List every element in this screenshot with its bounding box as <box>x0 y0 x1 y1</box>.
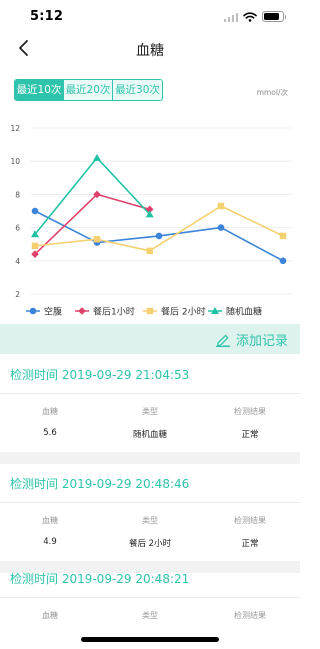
column-header-type: 类型 <box>142 407 158 416</box>
y-tick-label: 12 <box>10 124 20 133</box>
cellular-signal-icon <box>223 12 238 22</box>
data-point <box>217 224 225 231</box>
legend-marker <box>78 307 86 315</box>
record-type: 随机血糖 <box>132 430 167 440</box>
column-header-type: 类型 <box>142 516 158 525</box>
data-point <box>31 242 39 250</box>
legend-marker <box>146 307 154 315</box>
record-card[interactable]: 检测时间 2019-09-29 20:48:46 血糖 类型 检测结果 4.9 … <box>0 464 300 573</box>
range-tab-3[interactable]: 最近30次 <box>113 80 162 100</box>
record-time: 检测时间 2019-09-29 21:04:53 <box>0 355 300 394</box>
unit-label: mmol/次 <box>256 88 288 97</box>
column-header-result: 检测结果 <box>234 407 266 416</box>
record-card[interactable]: 检测时间 2019-09-29 21:04:53 血糖 类型 检测结果 5.6 … <box>0 355 300 464</box>
column-header-type: 类型 <box>142 611 158 620</box>
legend-label: 餐后 2小时 <box>161 306 206 318</box>
record-value: 4.9 <box>43 537 57 547</box>
data-point <box>31 207 39 215</box>
data-point <box>217 202 225 210</box>
page-title: 血糖 <box>136 43 164 59</box>
divider <box>0 452 300 464</box>
range-tab-1[interactable]: 最近10次 <box>15 80 64 100</box>
legend-label: 随机血糖 <box>226 306 262 318</box>
record-time: 检测时间 2019-09-29 20:48:21 <box>0 559 300 598</box>
series-line <box>34 193 150 255</box>
legend-label: 空腹 <box>44 306 62 318</box>
record-type: 餐后 2小时 <box>128 539 172 549</box>
battery-icon <box>262 11 286 22</box>
column-header-value: 血糖 <box>42 407 58 416</box>
data-point <box>93 153 101 161</box>
add-record-bar: 添加记录 <box>0 324 300 354</box>
data-point <box>146 247 153 255</box>
data-point <box>279 257 287 265</box>
y-tick-label: 8 <box>15 190 20 199</box>
data-point <box>93 236 101 243</box>
column-header-result: 检测结果 <box>234 611 266 620</box>
y-tick-label: 4 <box>15 257 20 266</box>
series-line <box>34 157 151 235</box>
home-indicator[interactable] <box>81 637 219 642</box>
record-result: 正常 <box>241 430 259 440</box>
status-time: 5:12 <box>30 9 64 24</box>
legend-label: 餐后1小时 <box>93 306 135 318</box>
record-value: 5.6 <box>43 428 57 438</box>
pencil-icon <box>215 334 230 347</box>
data-point <box>279 232 287 240</box>
y-tick-label: 6 <box>15 224 20 233</box>
range-tabs: 最近10次 最近20次 最近30次 <box>14 79 163 101</box>
add-record-button[interactable]: 添加记录 <box>215 330 288 349</box>
add-record-label: 添加记录 <box>235 334 288 349</box>
record-time: 检测时间 2019-09-29 20:48:46 <box>0 464 300 503</box>
navigation-bar: 血糖 <box>0 34 300 64</box>
status-bar: 5:12 <box>0 0 300 34</box>
wifi-icon <box>243 11 257 22</box>
status-icons <box>223 11 286 22</box>
record-body: 血糖 类型 检测结果 4.9 餐后 2小时 正常 <box>0 503 300 561</box>
column-header-value: 血糖 <box>42 516 58 525</box>
record-result: 正常 <box>241 539 259 549</box>
range-tab-2[interactable]: 最近20次 <box>64 80 113 100</box>
column-header-value: 血糖 <box>42 611 58 620</box>
y-tick-label: 2 <box>15 290 20 299</box>
series-line <box>34 205 284 252</box>
record-body: 血糖 类型 检测结果 5.6 随机血糖 正常 <box>0 394 300 452</box>
data-point <box>155 232 163 240</box>
y-tick-label: 10 <box>10 157 20 166</box>
legend-marker <box>29 307 37 315</box>
record-card[interactable]: 检测时间 2019-09-29 20:48:21 血糖 类型 检测结果 <box>0 559 300 649</box>
blood-glucose-chart: 2 4 6 8 10 12 空腹 餐后1小时 餐后 2小时 随机血糖 <box>10 124 292 318</box>
column-header-result: 检测结果 <box>234 516 266 525</box>
